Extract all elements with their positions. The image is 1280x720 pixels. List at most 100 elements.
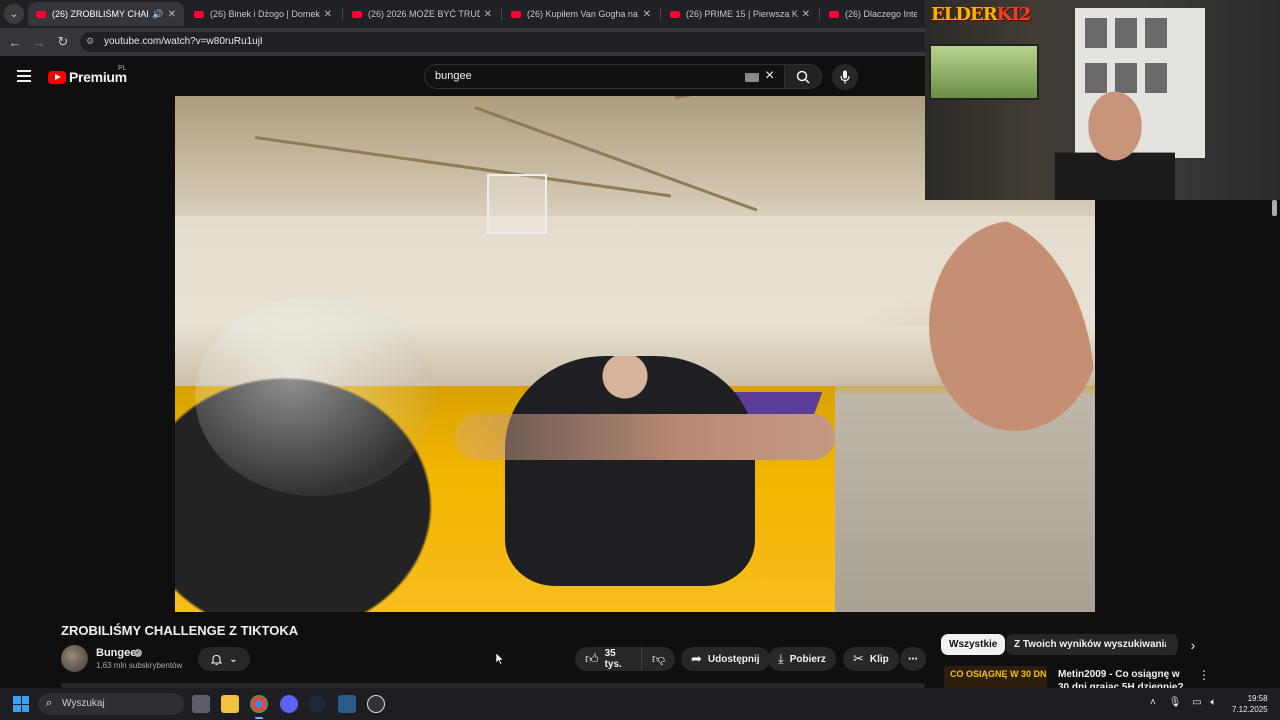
scissors-icon: ✂ [853,651,864,666]
video-scene-glass [195,296,435,496]
youtube-favicon-icon [352,10,362,18]
dislike-button[interactable]: 👎︎ [641,647,675,671]
chevron-right-icon[interactable]: › [1182,634,1204,656]
search-input[interactable]: bungee × [424,64,788,89]
page-scrollbar[interactable] [1272,200,1277,216]
share-button[interactable]: ➦ Udostępnij [681,647,770,671]
tab-title: (26) Dlaczego Internet Z [845,9,917,19]
speaker-icon[interactable]: 🔊 [152,9,163,20]
active-app-indicator [255,717,263,719]
recommendation-title[interactable]: Metin2009 - Co osiągnę w 30 dni grając 5… [1058,668,1190,688]
address-bar[interactable]: ⚙ youtube.com/watch?v=w80ruRu1ujI [80,32,940,52]
tab-separator [501,8,502,20]
youtube-favicon-icon [511,10,521,18]
tab-separator [342,8,343,20]
share-label: Udostępnij [707,653,760,665]
youtube-favicon-icon [194,10,204,18]
chevron-up-icon[interactable]: ˄ [1150,697,1156,708]
search-button[interactable] [784,64,822,89]
channel-name[interactable]: Bungee [96,647,136,659]
tab[interactable]: (26) 2026 MOŻE BYĆ TRUDNY ✕ [344,2,500,26]
microphone-icon [840,70,850,84]
tab-title: (26) ZROBILIŚMY CHALLENGE Z TIKTOKA [52,9,148,19]
youtube-premium-logo[interactable]: Premium PL [48,65,127,85]
tab-close-icon[interactable]: ✕ [168,9,176,20]
clear-search-icon[interactable]: × [765,67,774,85]
clip-button[interactable]: ✂ Klip [843,647,899,671]
tab-title: (26) 2026 MOŻE BYĆ TRUDNY [368,9,480,19]
like-button[interactable]: 👍︎ 35 tys. [575,647,641,671]
tab-separator [660,8,661,20]
system-tray[interactable]: ˄ 🎙︎ ▭ 🔈︎ [1150,697,1216,708]
file-explorer-icon[interactable] [221,695,239,713]
network-icon[interactable]: ▭ [1192,697,1201,708]
chip-partial[interactable] [1166,634,1176,655]
obs-icon[interactable] [367,695,385,713]
discord-icon[interactable] [280,695,298,713]
chrome-icon[interactable] [250,695,268,713]
more-actions-button[interactable]: ⋯ [900,647,926,671]
tab-active[interactable]: (26) ZROBILIŚMY CHALLENGE Z TIKTOKA 🔊 ✕ [28,2,184,26]
country-code: PL [118,65,127,72]
site-info-icon[interactable]: ⚙ [86,36,98,48]
reload-icon[interactable]: ↻ [54,33,72,51]
chip-all[interactable]: Wszystkie [941,634,1006,655]
tab-title: (26) Kupiłem Van Gogha na Ch [527,9,639,19]
webcam-streamer [1055,86,1175,200]
download-button[interactable]: ⤓ Pobierz [768,647,836,671]
logo-main-text: ELDER [931,4,998,25]
youtube-favicon-icon [670,10,680,18]
recommendation-thumbnail[interactable]: CO OSIĄGNĘ W 30 DNI [944,666,1047,688]
chip-from-search[interactable]: Z Twoich wyników wyszukiwania [1006,634,1178,655]
taskbar-clock[interactable]: 19:58 7.12.2025 [1232,693,1268,715]
forward-arrow-icon[interactable]: → [30,33,48,51]
like-count: 35 tys. [604,648,622,670]
tab-search-menu-icon[interactable]: ⌄ [4,4,24,24]
clip-label: Klip [869,653,889,665]
chevron-down-icon: ⌄ [229,653,238,665]
search-icon [796,70,810,84]
tab-title: (26) PRIME 15 | Pierwsza KONF [686,9,798,19]
download-label: Pobierz [789,653,826,665]
verified-icon: ✓ [134,649,142,657]
tab[interactable]: (26) PRIME 15 | Pierwsza KONF ✕ [662,2,818,26]
youtube-favicon-icon [36,10,46,18]
more-horizontal-icon: ⋯ [908,653,918,665]
app-icon[interactable] [338,695,356,713]
tab-close-icon[interactable]: ✕ [484,9,492,20]
mouse-cursor-icon [496,653,504,665]
tab-close-icon[interactable]: ✕ [643,9,651,20]
tab[interactable]: (26) Kupiłem Van Gogha na Ch ✕ [503,2,659,26]
menu-icon[interactable] [17,70,31,82]
microphone-icon[interactable]: 🎙︎ [1169,697,1182,708]
subscriber-count: 1,63 mln subskrybentów [96,661,183,670]
voice-search-button[interactable] [832,64,858,90]
task-view-icon[interactable] [192,695,210,713]
tab-close-icon[interactable]: ✕ [324,9,332,20]
taskbar-search-input[interactable]: ⌕ Wyszukaj [38,693,184,715]
taskbar-search-placeholder: Wyszukaj [62,698,105,709]
back-arrow-icon[interactable]: ← [6,33,24,51]
channel-avatar[interactable] [61,645,88,672]
steam-icon[interactable] [308,695,326,713]
youtube-favicon-icon [829,10,839,18]
video-scene-arm [455,414,835,460]
thumbs-up-icon: 👍︎ [585,651,599,666]
bell-icon [210,654,223,665]
thumbs-down-icon: 👎︎ [651,651,666,666]
subscribed-bell-button[interactable]: ⌄ [198,647,250,671]
share-icon: ➦ [691,651,702,666]
thumbnail-text: CO OSIĄGNĘ W 30 DNI [950,669,1047,679]
webcam-aquarium [929,44,1039,100]
keyboard-icon[interactable] [745,73,759,82]
tab-close-icon[interactable]: ✕ [802,9,810,20]
tab[interactable]: (26) Dlaczego Internet Z [821,2,925,26]
search-icon: ⌕ [46,697,53,709]
more-vertical-icon[interactable]: ⋮ [1198,668,1210,682]
taskbar: ⌕ Wyszukaj ˄ 🎙︎ ▭ 🔈︎ 19:58 7.12.2025 [0,688,1280,720]
url-text: youtube.com/watch?v=w80ruRu1ujI [104,36,263,47]
windows-start-icon[interactable] [13,696,29,712]
tab[interactable]: (26) Binek i Dżogo | Domek dla ✕ [186,2,340,26]
volume-icon[interactable]: 🔈︎ [1210,697,1216,708]
streamer-logo: ELDER KI2 [931,4,1031,25]
